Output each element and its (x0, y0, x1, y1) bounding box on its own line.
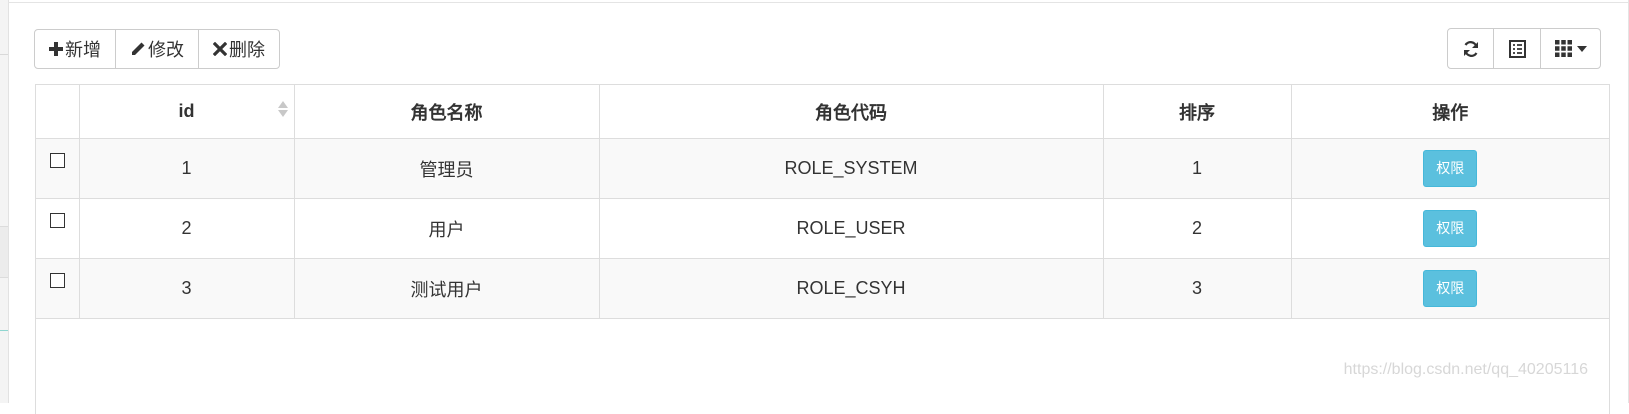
table-row: 2 用户 ROLE_USER 2 权限 (36, 198, 1609, 259)
add-button[interactable]: 新增 (34, 29, 116, 69)
edit-button-label: 修改 (148, 40, 184, 60)
cell-sort: 3 (1103, 258, 1292, 319)
panel-divider (0, 54, 8, 55)
cell-id: 3 (79, 258, 295, 319)
caret-down-icon (1576, 45, 1587, 52)
left-panel-edge (0, 0, 9, 403)
grid-icon (1554, 40, 1572, 57)
permission-button[interactable]: 权限 (1423, 210, 1478, 247)
table-header-row: id 角色名称 角色代码 排序 操作 (36, 85, 1609, 139)
cell-role-code: ROLE_CSYH (599, 258, 1104, 319)
column-header-id-label: id (178, 101, 195, 121)
select-all-column[interactable] (36, 85, 80, 139)
cell-role-name: 管理员 (294, 138, 600, 199)
row-checkbox[interactable] (49, 213, 65, 228)
panel-accent-line (0, 330, 8, 331)
cell-role-code: ROLE_SYSTEM (599, 138, 1104, 199)
delete-button[interactable]: 删除 (198, 29, 280, 69)
cell-role-name: 用户 (294, 198, 600, 259)
column-header-actions: 操作 (1291, 85, 1609, 139)
cell-role-name: 测试用户 (294, 258, 600, 319)
edit-button[interactable]: 修改 (115, 29, 199, 69)
row-checkbox[interactable] (49, 273, 65, 288)
delete-button-label: 删除 (229, 40, 265, 60)
cell-sort: 2 (1103, 198, 1292, 259)
column-header-id[interactable]: id (79, 85, 295, 139)
table-row: 1 管理员 ROLE_SYSTEM 1 权限 (36, 138, 1609, 199)
column-header-sort: 排序 (1103, 85, 1292, 139)
panel-selected-item (0, 226, 8, 278)
close-icon (213, 42, 227, 56)
watermark: https://blog.csdn.net/qq_40205116 (1343, 361, 1588, 378)
row-checkbox[interactable] (49, 153, 65, 168)
plus-icon (49, 42, 63, 56)
columns-dropdown-button[interactable] (1540, 28, 1601, 69)
permission-button[interactable]: 权限 (1423, 150, 1478, 187)
crud-toolbar: 新增 修改 删除 (34, 29, 280, 69)
cell-id: 1 (79, 138, 295, 199)
column-header-role-code: 角色代码 (599, 85, 1104, 139)
sort-icon (277, 101, 288, 117)
pencil-icon (132, 42, 145, 55)
cell-sort: 1 (1103, 138, 1292, 199)
add-button-label: 新增 (65, 40, 101, 60)
toggle-view-button[interactable] (1493, 28, 1541, 69)
cell-id: 2 (79, 198, 295, 259)
refresh-button[interactable] (1447, 28, 1494, 69)
top-border (8, 2, 1629, 3)
table-tools (1447, 28, 1601, 69)
table-row: 3 测试用户 ROLE_CSYH 3 权限 (36, 258, 1609, 319)
refresh-icon (1463, 40, 1478, 57)
column-header-role-name: 角色名称 (294, 85, 600, 139)
list-alt-icon (1508, 39, 1526, 58)
permission-button[interactable]: 权限 (1423, 270, 1478, 307)
cell-role-code: ROLE_USER (599, 198, 1104, 259)
